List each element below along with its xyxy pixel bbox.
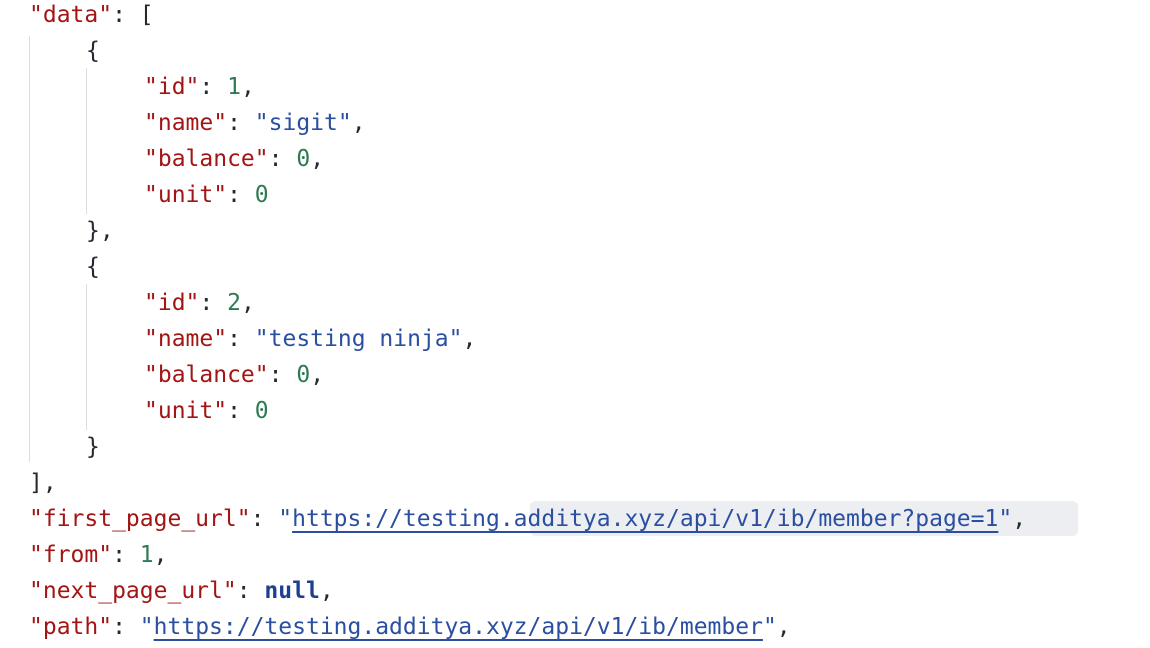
json-key: "next_page_url" <box>29 578 237 604</box>
json-key: "name" <box>144 110 228 136</box>
json-number-value: 1 <box>227 74 241 100</box>
json-number-value: 2 <box>227 290 241 316</box>
first-page-url-link[interactable]: https://testing.additya.xyz/api/v1/ib/me… <box>292 506 998 532</box>
json-line-from: "from": 1, <box>29 542 168 568</box>
json-number-value: 0 <box>296 362 311 388</box>
json-number-value: 0 <box>254 398 269 424</box>
indent-guide-item-1 <box>86 68 87 214</box>
json-line-name: "name": "sigit", <box>144 110 366 136</box>
json-key: "name" <box>144 326 228 352</box>
json-line-array-close: ], <box>29 470 57 496</box>
json-key: "unit" <box>144 182 228 208</box>
json-number-value: 0 <box>296 146 311 172</box>
json-key: "id" <box>144 290 200 316</box>
json-key: "balance" <box>144 146 269 172</box>
json-viewer: "data": [ { "id": 1, "name": "sigit", "b… <box>0 0 1150 648</box>
json-line-name: "name": "testing ninja", <box>144 326 477 352</box>
json-number-value: 1 <box>139 542 154 568</box>
json-line-object-open: { <box>86 254 100 280</box>
json-line-id: "id": 1, <box>144 74 255 100</box>
json-string-value: "sigit" <box>254 110 352 136</box>
json-line-unit: "unit": 0 <box>144 182 269 208</box>
json-line-path: "path": "https://testing.additya.xyz/api… <box>29 614 791 640</box>
json-key: "path" <box>29 614 113 640</box>
json-line-object-close: }, <box>86 218 114 244</box>
json-null-value: null <box>264 578 320 604</box>
json-line-balance: "balance": 0, <box>144 146 325 172</box>
json-key: "id" <box>144 74 200 100</box>
indent-guide-outer <box>29 36 30 462</box>
json-key: "first_page_url" <box>29 506 251 532</box>
json-line-first-page-url: "first_page_url": "https://testing.addit… <box>29 506 1027 532</box>
path-url-link[interactable]: https://testing.additya.xyz/api/v1/ib/me… <box>154 614 763 640</box>
json-key: "unit" <box>144 398 228 424</box>
indent-guide-item-2 <box>86 284 87 430</box>
json-key: "data" <box>29 2 113 28</box>
json-line-balance: "balance": 0, <box>144 362 325 388</box>
json-key: "from" <box>29 542 113 568</box>
json-line-object-close: } <box>86 434 100 460</box>
json-line-id: "id": 2, <box>144 290 255 316</box>
json-number-value: 0 <box>254 182 269 208</box>
json-line-data-key: "data": [ <box>29 2 154 28</box>
json-key: "balance" <box>144 362 269 388</box>
json-string-value: "testing ninja" <box>254 326 463 352</box>
json-line-next-page-url: "next_page_url": null, <box>29 578 334 604</box>
json-line-object-open: { <box>86 38 100 64</box>
json-line-unit: "unit": 0 <box>144 398 269 424</box>
